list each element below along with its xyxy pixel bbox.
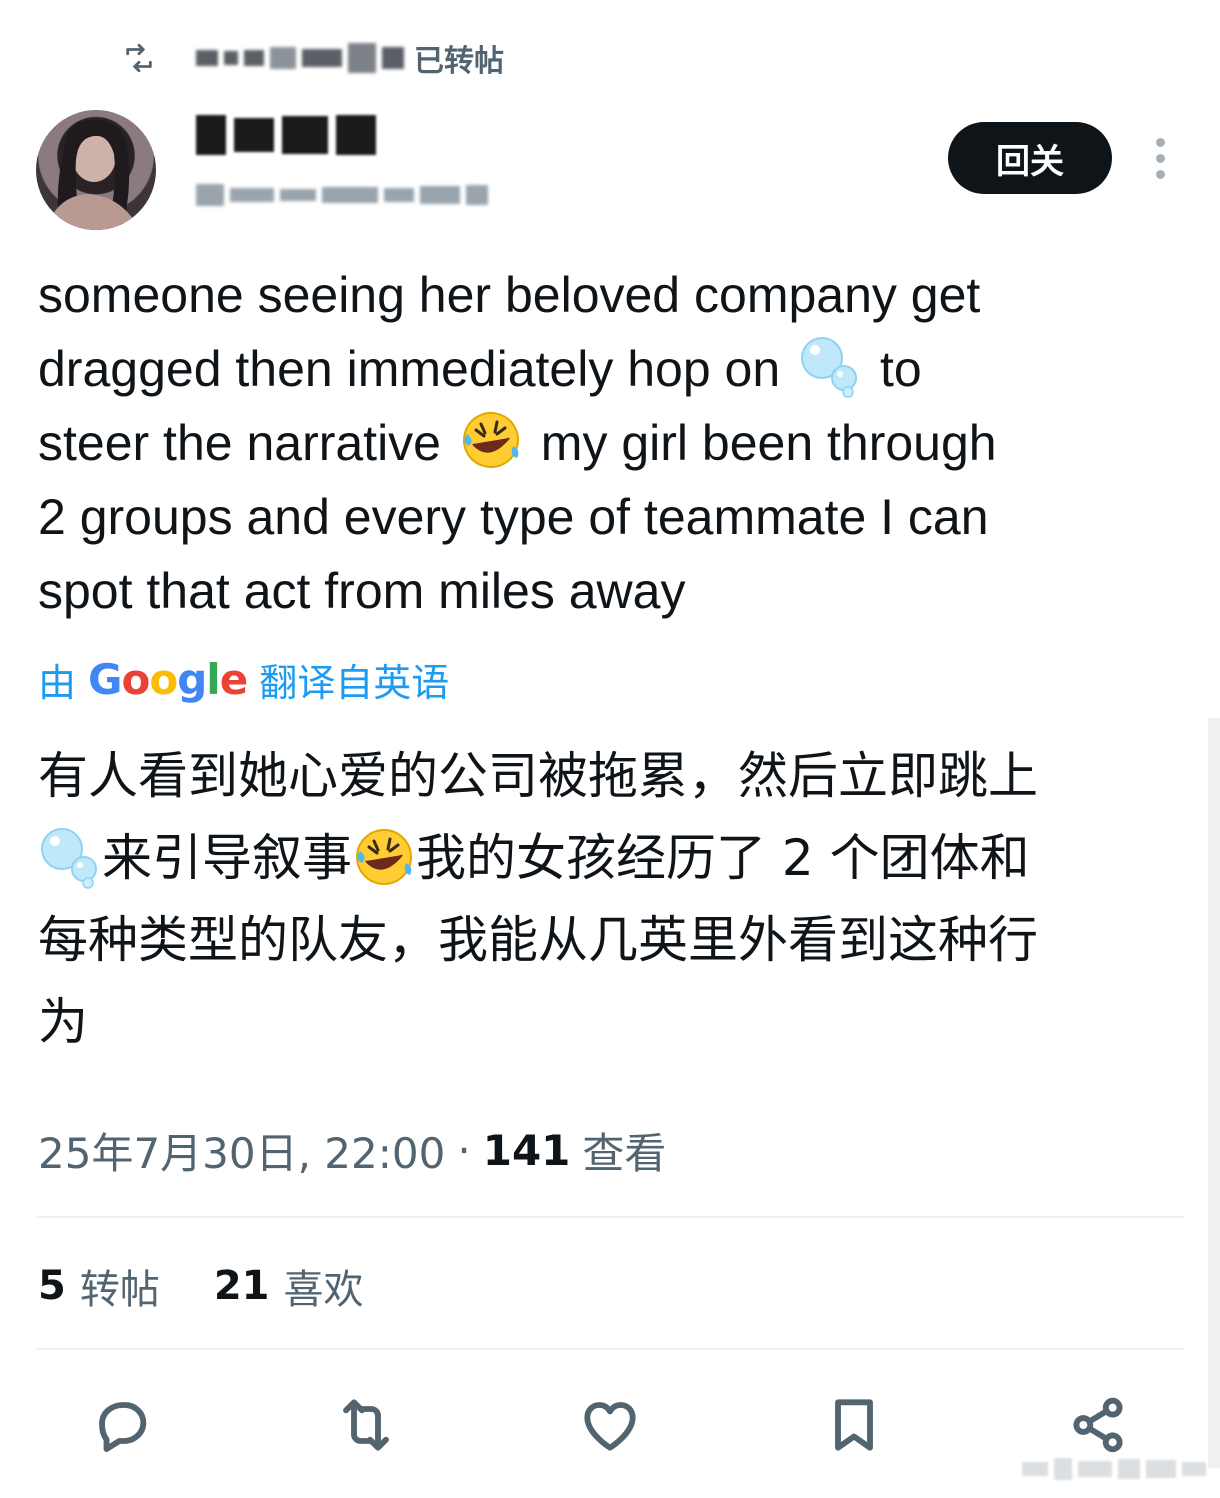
bubbles-emoji-icon — [801, 337, 858, 398]
views-count: 141 — [482, 1125, 571, 1175]
divider — [36, 1348, 1184, 1350]
more-options-icon[interactable] — [1140, 132, 1180, 184]
display-name-redacted — [196, 112, 488, 158]
likes-label[interactable]: 喜欢 — [284, 1257, 364, 1315]
bubbles-emoji-icon — [41, 828, 97, 889]
likes-count[interactable]: 21 — [214, 1263, 270, 1309]
scrollbar[interactable] — [1208, 718, 1220, 1468]
repost-icon — [343, 1399, 389, 1451]
like-icon — [584, 1402, 636, 1451]
google-logo: Google — [88, 654, 248, 704]
reposter-name-redacted — [196, 43, 404, 73]
repost-context[interactable]: 已转帖 — [122, 30, 504, 86]
reposts-count[interactable]: 5 — [38, 1263, 66, 1309]
tweet-text-segment: to — [879, 341, 922, 397]
meta-separator: · — [457, 1125, 471, 1175]
repost-button[interactable] — [324, 1385, 408, 1465]
translated-text: 有人看到她心爱的公司被拖累，然后立即跳上 来引导叙事 我的女孩经历了 2 个团体… — [38, 735, 1188, 1063]
bookmark-button[interactable] — [812, 1385, 896, 1465]
tweet-line: steer the narrative my girl been through — [38, 406, 1188, 480]
tweet-timestamp[interactable]: 25年7月30日, 22:00 — [38, 1120, 445, 1181]
translation-attribution[interactable]: 由 Google 翻译自英语 — [38, 654, 450, 705]
tweet-text: someone seeing her beloved company get d… — [38, 258, 1188, 628]
tweet-line: 2 groups and every type of teammate I ca… — [38, 489, 989, 545]
views-label: 查看 — [582, 1128, 667, 1178]
tweet-line: dragged then immediately hop on to — [38, 332, 1188, 406]
engagement-stats: 5 转帖 21 喜欢 — [38, 1258, 364, 1314]
translated-segment: 来引导叙事 — [102, 829, 352, 887]
translated-segment: 我的女孩经历了 2 个团体和 — [416, 829, 1030, 887]
avatar[interactable] — [36, 110, 156, 230]
translated-line: 为 — [38, 993, 88, 1051]
share-icon — [1073, 1397, 1123, 1453]
translated-line: 来引导叙事 我的女孩经历了 2 个团体和 — [38, 817, 1188, 899]
like-button[interactable] — [568, 1385, 652, 1465]
tweet-meta: 25年7月30日, 22:00 · 141 查看 — [38, 1120, 666, 1180]
tweet-detail-page: 已转帖 回关 someone seeing her beloved compan… — [0, 0, 1220, 1498]
repost-context-label: 已转帖 — [414, 44, 504, 79]
translated-line: 有人看到她心爱的公司被拖累，然后立即跳上 — [38, 747, 1038, 805]
rofl-emoji-icon — [356, 829, 412, 885]
reply-button[interactable] — [80, 1385, 164, 1465]
rofl-emoji-icon — [462, 412, 519, 468]
translated-line: 每种类型的队友，我能从几英里外看到这种行 — [38, 911, 1038, 969]
author-info[interactable] — [196, 112, 488, 210]
watermark-redacted — [976, 1450, 1206, 1488]
tweet-text-segment: my girl been through — [540, 415, 997, 471]
translation-prefix: 由 — [38, 660, 77, 705]
tweet-text-segment: steer the narrative — [38, 415, 441, 471]
follow-back-button[interactable]: 回关 — [948, 122, 1112, 194]
reply-icon — [99, 1402, 147, 1452]
reposts-label[interactable]: 转帖 — [80, 1257, 160, 1315]
tweet-line: spot that act from miles away — [38, 563, 686, 619]
translation-suffix: 翻译自英语 — [259, 660, 450, 705]
bookmark-icon — [835, 1399, 873, 1451]
divider — [36, 1216, 1184, 1218]
tweet-line: someone seeing her beloved company get — [38, 267, 981, 323]
tweet-text-segment: dragged then immediately hop on — [38, 341, 781, 397]
handle-redacted — [196, 180, 488, 210]
repost-small-icon — [126, 43, 152, 73]
